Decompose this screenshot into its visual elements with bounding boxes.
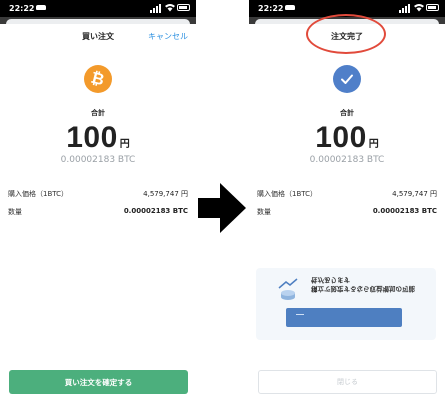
price-label: 購入価格（1BTC） — [8, 190, 69, 198]
status-bar: 22:22 — [0, 0, 196, 17]
total-label: 合計 — [91, 109, 105, 117]
currency-unit: 円 — [119, 139, 130, 150]
highlight-circle — [306, 14, 386, 54]
signal-icon — [150, 4, 164, 13]
btc-amount: 0.00002183 BTC — [60, 155, 136, 165]
car-icon — [285, 5, 295, 10]
quantity-label: 数量 — [257, 208, 271, 216]
bitcoin-symbol: ₿ — [89, 67, 107, 90]
battery-icon — [426, 4, 439, 11]
total-amount: 100 円 — [249, 121, 445, 155]
savings-promo-card: 積立で設定するなら収益増加の可能性があります — [256, 268, 436, 340]
quantity-value: 0.00002183 BTC — [372, 207, 437, 215]
wifi-icon — [165, 4, 175, 12]
price-value: 4,579,747 円 — [143, 190, 188, 198]
order-complete-screen: 22:22 注文完了 合計 100 円 0.00002183 BTC 購入価格（1… — [249, 0, 445, 400]
bitcoin-icon: ₿ — [84, 65, 112, 93]
signal-icon — [399, 4, 413, 13]
confirm-buy-button[interactable]: 買い注文を確定する — [9, 370, 188, 394]
price-label: 購入価格（1BTC） — [257, 190, 318, 198]
car-icon — [36, 5, 46, 10]
coin-stack-icon — [278, 278, 298, 300]
currency-unit: 円 — [368, 139, 379, 150]
promo-text: 積立で設定するなら収益増加の可能性があります — [311, 276, 415, 293]
status-time: 22:22 — [9, 4, 35, 13]
total-label: 合計 — [340, 109, 354, 117]
status-time: 22:22 — [258, 4, 284, 13]
wifi-icon — [414, 4, 424, 12]
price-value: 4,579,747 円 — [392, 190, 437, 198]
order-confirm-screen: 22:22 買い注文 キャンセル ₿ 合計 100 円 0.00002183 BT… — [0, 0, 196, 400]
amount-value: 100 — [315, 121, 367, 154]
close-button[interactable]: 閉じる — [258, 370, 437, 394]
amount-value: 100 — [66, 121, 118, 154]
promo-action-button[interactable] — [286, 308, 402, 327]
cancel-button[interactable]: キャンセル — [148, 31, 188, 42]
quantity-label: 数量 — [8, 208, 22, 216]
arrow-right-icon — [198, 183, 246, 233]
btc-amount: 0.00002183 BTC — [309, 155, 385, 165]
checkmark-icon — [333, 65, 361, 93]
total-amount: 100 円 — [0, 121, 196, 155]
battery-icon — [177, 4, 190, 11]
quantity-value: 0.00002183 BTC — [123, 207, 188, 215]
check-glyph — [341, 74, 353, 84]
sheet-edge — [0, 17, 196, 24]
